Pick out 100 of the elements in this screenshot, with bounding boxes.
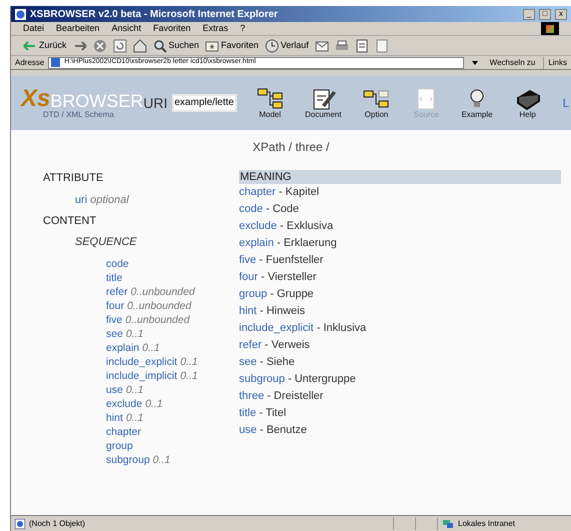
element-link[interactable]: five <box>239 252 256 269</box>
meaning-text: - Verweis <box>264 338 310 353</box>
address-label: Adresse <box>15 56 44 68</box>
attribute-link[interactable]: uri <box>75 193 88 207</box>
element-link[interactable]: group <box>239 286 268 303</box>
element-link[interactable]: use <box>239 422 257 439</box>
links-button[interactable]: Links <box>543 56 567 68</box>
toolbar-button[interactable] <box>354 38 369 52</box>
meaning-text: - Hinweis <box>260 304 305 319</box>
occurrence-text: optional <box>90 193 129 207</box>
element-link[interactable]: see <box>239 354 257 371</box>
meaning-text: - Kapitel <box>278 185 320 200</box>
browser-icon <box>15 8 26 20</box>
toolbar-button[interactable] <box>374 38 389 52</box>
document-icon <box>354 38 369 52</box>
menu-item[interactable]: Extras <box>202 22 228 36</box>
meaning-text: - Exklusiva <box>280 219 334 234</box>
meaning-text: - Erklaerung <box>276 236 337 251</box>
toolbar-button[interactable] <box>334 38 349 52</box>
element-link[interactable]: hint <box>106 411 123 425</box>
refresh-icon <box>112 38 127 52</box>
app-toolbar-button[interactable]: Help <box>512 87 543 119</box>
toolbar-button[interactable]: Verlauf <box>264 38 309 52</box>
meaning-text: - Code <box>266 202 299 217</box>
meaning-text: - Gruppe <box>270 287 314 302</box>
element-link[interactable]: see <box>106 327 123 341</box>
meaning-text: - Siehe <box>260 355 295 370</box>
window-title: XSBROWSER v2.0 beta - Microsoft Internet Explorer <box>30 8 279 22</box>
toolbar-button[interactable]: Favoriten <box>205 38 259 52</box>
go-button[interactable]: Wechseln zu <box>486 56 540 68</box>
toolbar-button[interactable]: Suchen <box>152 38 200 52</box>
element-link[interactable]: use <box>106 383 123 397</box>
element-link[interactable]: exclude <box>106 397 142 411</box>
meaning-text: - Fuenfsteller <box>259 253 324 268</box>
element-link[interactable]: chapter <box>239 184 276 201</box>
uri-field[interactable]: example/lette <box>172 94 237 112</box>
app-toolbar-button[interactable]: Example <box>461 87 493 119</box>
menu-item[interactable]: ? <box>240 22 246 36</box>
status-text: (Noch 1 Objekt) <box>29 518 86 530</box>
window-control-button[interactable]: _ <box>523 8 535 20</box>
occurrence-text: 0..1 <box>126 327 144 341</box>
element-link[interactable]: code <box>239 201 263 218</box>
element-link[interactable]: explain <box>106 341 140 355</box>
forward-arrow-icon <box>72 38 87 52</box>
menu-item[interactable]: Favoriten <box>153 22 191 36</box>
element-link[interactable]: hint <box>239 303 257 320</box>
element-link[interactable]: title <box>239 405 256 422</box>
tree-nodes-icon <box>254 87 285 111</box>
element-link[interactable]: explain <box>239 235 274 252</box>
element-link[interactable]: three <box>239 388 264 405</box>
element-link[interactable]: include_implicit <box>106 369 178 383</box>
zone-text: Lokales Intranet <box>458 518 515 530</box>
element-link[interactable]: include_explicit <box>239 320 314 337</box>
element-link[interactable]: title <box>106 271 122 285</box>
toolbar-button[interactable] <box>72 38 87 52</box>
element-link[interactable]: five <box>106 313 122 327</box>
element-link[interactable]: refer <box>106 285 128 299</box>
occurrence-text: 0..1 <box>126 383 144 397</box>
element-link[interactable]: group <box>106 439 133 453</box>
window-control-button[interactable]: x <box>555 8 567 20</box>
element-link[interactable]: subgroup <box>106 453 150 467</box>
app-toolbar-button[interactable]: Model <box>254 87 285 119</box>
app-toolbar-button[interactable]: Option <box>361 87 392 119</box>
toolbar-button[interactable] <box>112 38 127 52</box>
logo-xs: Xs <box>21 88 50 110</box>
menu-item[interactable]: Datei <box>23 22 44 36</box>
menu-item[interactable]: Bearbeiten <box>56 22 100 36</box>
menu-item[interactable]: Ansicht <box>112 22 142 36</box>
element-link[interactable]: chapter <box>106 425 142 439</box>
occurrence-text: 0..1 <box>180 355 198 369</box>
page-icon <box>374 38 389 52</box>
occurrence-text: 0..unbounded <box>127 299 192 313</box>
toolbar-button[interactable]: Zurück <box>23 38 67 52</box>
network-icon <box>442 518 454 528</box>
meaning-text: - Dreisteller <box>267 389 324 404</box>
window-control-button[interactable]: □ <box>539 8 551 20</box>
element-link[interactable]: refer <box>239 337 262 354</box>
element-link[interactable]: four <box>239 269 258 286</box>
sequence-heading: SEQUENCE <box>74 235 138 249</box>
toolbar-button[interactable] <box>314 38 329 52</box>
link-text[interactable]: L <box>562 94 570 112</box>
occurrence-text: 0..1 <box>126 411 144 425</box>
element-link[interactable]: four <box>106 299 124 313</box>
occurrence-text: 0..unbounded <box>130 285 195 299</box>
meaning-text: - Inklusiva <box>316 321 366 336</box>
element-link[interactable]: code <box>106 257 129 271</box>
toolbar-button[interactable] <box>92 38 107 52</box>
occurrence-text: 0..unbounded <box>125 313 190 327</box>
uri-label: URI <box>143 94 168 112</box>
dropdown-arrow-icon[interactable] <box>472 60 478 64</box>
logo-browser: BROWSER <box>50 92 144 110</box>
toolbar-button[interactable] <box>132 38 147 52</box>
home-icon <box>132 38 147 52</box>
element-link[interactable]: subgroup <box>239 371 285 388</box>
app-toolbar-button[interactable]: Document <box>304 87 342 119</box>
element-link[interactable]: include_explicit <box>106 355 178 369</box>
logo-subtitle: DTD / XML Schema <box>43 110 115 118</box>
occurrence-text: 0..1 <box>142 341 160 355</box>
element-link[interactable]: exclude <box>239 218 277 235</box>
search-icon <box>152 38 167 52</box>
